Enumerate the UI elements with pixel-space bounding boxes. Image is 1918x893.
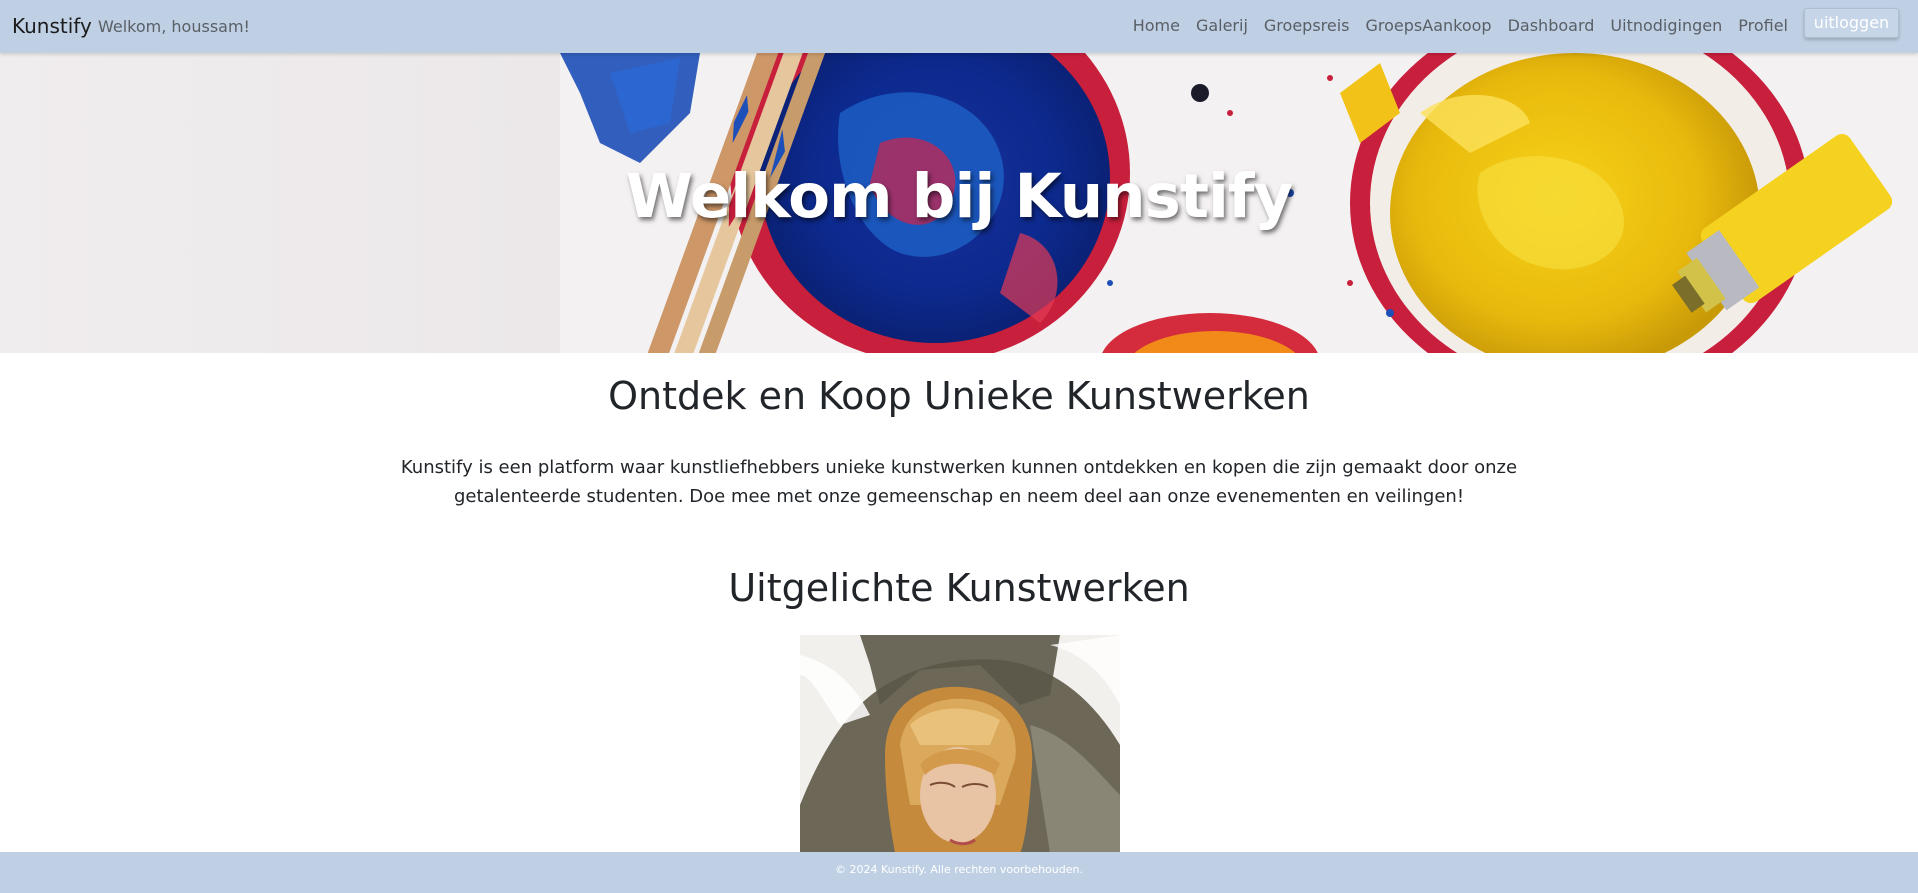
nav-link-galerij[interactable]: Galerij xyxy=(1196,16,1248,35)
hero-banner: Welkom bij Kunstify xyxy=(0,53,1918,353)
footer: © 2024 Kunstify. Alle rechten voorbehoud… xyxy=(0,852,1918,893)
portrait-painting-image xyxy=(800,635,1120,853)
nav-link-profiel[interactable]: Profiel xyxy=(1738,16,1788,35)
nav-link-groepsreis[interactable]: Groepsreis xyxy=(1264,16,1350,35)
navbar: Kunstify Welkom, houssam! Home Galerij G… xyxy=(0,0,1918,53)
intro-paragraph: Kunstify is een platform waar kunstliefh… xyxy=(400,457,1518,507)
nav-link-uitnodigingen[interactable]: Uitnodigingen xyxy=(1610,16,1722,35)
featured-heading: Uitgelichte Kunstwerken xyxy=(728,566,1190,610)
logout-button[interactable]: uitloggen xyxy=(1804,8,1899,38)
featured-artwork-card[interactable] xyxy=(800,635,1120,853)
welcome-message: Welkom, houssam! xyxy=(98,17,250,36)
hero-title: Welkom bij Kunstify xyxy=(625,161,1293,232)
brand-logo-link[interactable]: Kunstify xyxy=(12,14,92,38)
nav-link-groepsaankoop[interactable]: GroepsAankoop xyxy=(1366,16,1492,35)
nav-link-dashboard[interactable]: Dashboard xyxy=(1508,16,1595,35)
intro-heading: Ontdek en Koop Unieke Kunstwerken xyxy=(608,374,1310,418)
nav-links: Home Galerij Groepsreis GroepsAankoop Da… xyxy=(1133,16,1788,35)
nav-link-home[interactable]: Home xyxy=(1133,16,1180,35)
footer-copyright: © 2024 Kunstify. Alle rechten voorbehoud… xyxy=(835,863,1083,876)
